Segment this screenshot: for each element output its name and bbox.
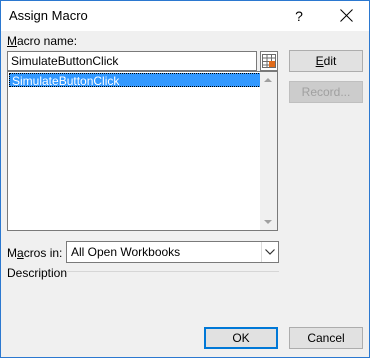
ok-button[interactable]: OK xyxy=(204,327,278,349)
edit-button[interactable]: Edit xyxy=(289,50,363,72)
scroll-down-icon[interactable] xyxy=(264,220,272,224)
description-divider xyxy=(67,271,279,272)
dropdown-arrow[interactable] xyxy=(261,242,278,262)
assign-macro-dialog: Assign Macro ? Macro name: SimulateButto… xyxy=(0,0,370,358)
macros-in-dropdown[interactable]: All Open Workbooks xyxy=(66,241,279,263)
macro-list-scrollbar[interactable] xyxy=(260,72,277,230)
macros-in-label: Macros in: xyxy=(7,246,63,260)
macros-in-value: All Open Workbooks xyxy=(71,245,181,259)
chevron-down-icon xyxy=(265,249,275,255)
cancel-button[interactable]: Cancel xyxy=(289,327,363,349)
macro-name-label: Macro name: xyxy=(7,34,78,48)
macro-list-item[interactable]: SimulateButtonClick xyxy=(9,73,263,88)
title-bar: Assign Macro ? xyxy=(1,1,369,31)
close-button[interactable] xyxy=(336,5,358,27)
help-button[interactable]: ? xyxy=(289,5,309,27)
scroll-up-icon[interactable] xyxy=(264,78,272,82)
description-label: Description xyxy=(7,266,68,280)
macro-name-input[interactable]: SimulateButtonClick xyxy=(7,51,257,71)
record-button[interactable]: Record... xyxy=(289,81,363,103)
dialog-title: Assign Macro xyxy=(9,8,88,23)
range-selector-button[interactable] xyxy=(260,51,278,71)
range-selector-icon xyxy=(262,54,276,68)
macro-list[interactable]: SimulateButtonClick xyxy=(7,71,278,231)
